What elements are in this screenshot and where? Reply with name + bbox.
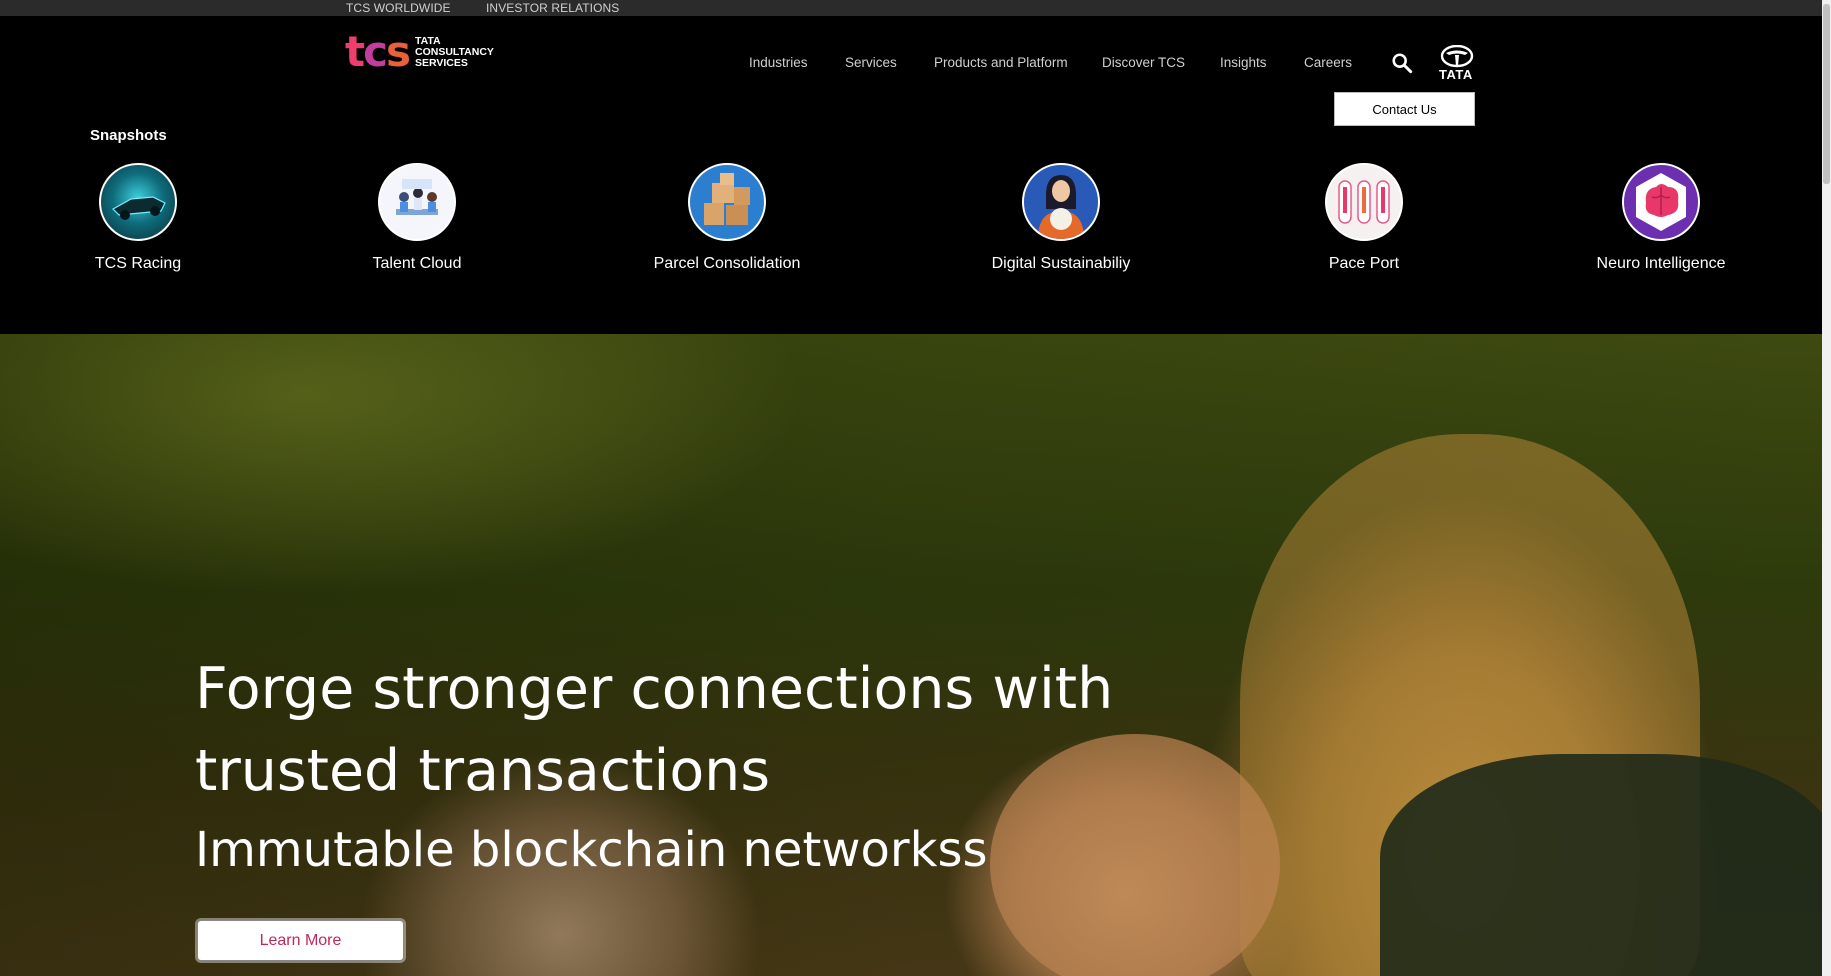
team-meeting-icon [378,163,456,241]
snapshot-pace-port[interactable]: Pace Port [1264,163,1464,273]
snapshots-title: Snapshots [90,127,167,144]
contact-us-button[interactable]: Contact Us [1334,92,1475,126]
snapshot-label: Pace Port [1328,255,1400,272]
nav-careers[interactable]: Careers [1304,55,1352,70]
tcs-logo-mark: tcs [345,27,411,76]
nav-industries[interactable]: Industries [749,55,808,70]
snapshot-label: Neuro Intelligence [1596,255,1726,272]
parcels-icon [688,163,766,241]
snapshot-talent-cloud[interactable]: Talent Cloud [317,163,517,273]
brain-graphic [1636,173,1686,231]
logo-line-1: TATA [414,34,441,47]
hero-subtitle: Immutable blockchain networkss [195,822,988,878]
snapshot-label: Talent Cloud [372,255,462,272]
tcs-worldwide-link[interactable]: TCS WORLDWIDE [346,1,451,15]
snapshot-neuro-intelligence[interactable]: Neuro Intelligence [1561,163,1761,273]
team-meeting-graphic [396,179,438,215]
tcs-logo-text: TATA CONSULTANCY SERVICES [414,34,494,69]
hero-title: Forge stronger connections with trusted … [195,656,1114,804]
utility-bar: TCS WORLDWIDE INVESTOR RELATIONS [0,0,1831,16]
parcels-graphic [704,173,750,225]
tata-wordmark: TATA [1439,67,1473,82]
nav-insights[interactable]: Insights [1220,55,1267,70]
nav-services[interactable]: Services [845,55,897,70]
tata-logo[interactable]: TATA [1437,44,1477,83]
tata-emblem-icon [1440,44,1474,68]
scrollbar-thumb[interactable] [1823,4,1830,184]
crystal-ball-icon [1022,163,1100,241]
snapshot-label: Parcel Consolidation [653,255,801,272]
snapshot-digital-sustainability[interactable]: Digital Sustainabiliy [961,163,1161,273]
logo-line-3: SERVICES [414,56,468,69]
racing-car-icon [99,163,177,241]
pace-port-graphic [1338,180,1390,224]
crystal-ball-graphic [1038,175,1084,239]
logo-line-2: CONSULTANCY [414,45,494,58]
snapshot-parcel-consolidation[interactable]: Parcel Consolidation [627,163,827,273]
learn-more-button[interactable]: Learn More [197,920,404,961]
search-icon[interactable] [1391,52,1413,74]
investor-relations-link[interactable]: INVESTOR RELATIONS [486,1,619,15]
tcs-logo[interactable]: tcs TATA CONSULTANCY SERVICES [345,27,494,76]
page-scrollbar[interactable] [1822,0,1831,976]
brain-icon [1622,163,1700,241]
pace-port-icon [1325,163,1403,241]
snapshot-label: Digital Sustainabiliy [991,255,1131,272]
nav-products-and-platform[interactable]: Products and Platform [934,55,1068,70]
snapshot-label: TCS Racing [94,255,182,272]
nav-discover-tcs[interactable]: Discover TCS [1102,55,1185,70]
racing-car-graphic [112,196,166,220]
snapshot-tcs-racing[interactable]: TCS Racing [38,163,238,273]
